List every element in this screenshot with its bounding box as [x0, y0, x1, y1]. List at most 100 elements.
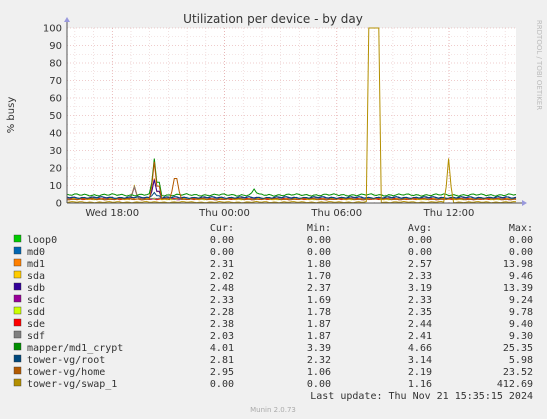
legend-min-value: 3.39 [307, 343, 331, 354]
legend-min-value: 1.69 [307, 295, 331, 306]
legend-avg-value: 2.44 [408, 319, 432, 330]
legend-max-value: 25.35 [503, 343, 533, 354]
legend-cur-value: 2.28 [210, 307, 234, 318]
y-tick-label: 10 [49, 181, 62, 192]
legend-series-name: sde [27, 319, 45, 330]
legend-series-name: sdc [27, 295, 45, 306]
legend-max-value: 9.24 [509, 295, 533, 306]
y-tick-label: 0 [56, 199, 62, 210]
legend-max-value: 13.98 [503, 259, 533, 270]
legend-min-value: 0.00 [307, 379, 331, 390]
y-tick-label: 20 [49, 164, 62, 175]
y-axis-label: % busy [6, 97, 17, 134]
legend-avg-value: 3.14 [408, 355, 432, 366]
legend-avg-value: 2.19 [408, 367, 432, 378]
legend-avg-value: 1.16 [408, 379, 432, 390]
legend-swatch [13, 306, 22, 315]
legend-series-name: tower-vg/root [27, 355, 105, 366]
legend-swatch [13, 294, 22, 303]
legend-min-value: 1.70 [307, 271, 331, 282]
legend-min-value: 2.37 [307, 283, 331, 294]
legend-swatch [13, 282, 22, 291]
legend-max-value: 5.98 [509, 355, 533, 366]
legend-header-max: Max: [509, 223, 533, 234]
last-update: Last update: Thu Nov 21 15:35:15 2024 [310, 391, 533, 402]
legend-cur-value: 2.81 [210, 355, 234, 366]
legend-series-name: tower-vg/home [27, 367, 105, 378]
utilization-chart: Utilization per device - by day % busy R… [0, 0, 547, 419]
legend-cur-value: 4.01 [210, 343, 234, 354]
legend-series-name: mapper/md1_crypt [27, 343, 123, 354]
legend-max-value: 9.78 [509, 307, 533, 318]
legend-avg-value: 2.33 [408, 271, 432, 282]
legend-cur-value: 0.00 [210, 235, 234, 246]
rrdtool-watermark: RRDTOOL / TOBI OETIKER [535, 20, 543, 110]
legend-max-value: 23.52 [503, 367, 533, 378]
legend-header-min: Min: [307, 223, 331, 234]
legend-max-value: 412.69 [497, 379, 533, 390]
y-tick-label: 50 [49, 111, 62, 122]
x-tick-label: Thu 00:00 [198, 208, 250, 219]
legend-series-name: sdd [27, 307, 45, 318]
legend-header-cur: Cur: [210, 223, 234, 234]
legend-avg-value: 0.00 [408, 247, 432, 258]
legend-avg-value: 2.35 [408, 307, 432, 318]
legend-swatch [13, 258, 22, 267]
y-tick-label: 100 [43, 24, 62, 35]
legend-cur-value: 2.33 [210, 295, 234, 306]
legend-max-value: 9.46 [509, 271, 533, 282]
legend-min-value: 1.80 [307, 259, 331, 270]
legend-cur-value: 2.31 [210, 259, 234, 270]
chart-title: Utilization per device - by day [183, 12, 363, 26]
legend-avg-value: 2.33 [408, 295, 432, 306]
x-tick-label: Wed 18:00 [85, 208, 139, 219]
legend-min-value: 0.00 [307, 247, 331, 258]
legend-min-value: 1.87 [307, 319, 331, 330]
y-tick-label: 40 [49, 129, 62, 140]
legend-min-value: 0.00 [307, 235, 331, 246]
legend-avg-value: 2.41 [408, 331, 432, 342]
y-tick-label: 80 [49, 59, 62, 70]
legend-max-value: 0.00 [509, 235, 533, 246]
legend-min-value: 1.87 [307, 331, 331, 342]
y-tick-label: 70 [49, 76, 62, 87]
legend-swatch [13, 270, 22, 279]
legend-max-value: 9.30 [509, 331, 533, 342]
legend-swatch [13, 318, 22, 327]
legend-swatch [13, 366, 22, 375]
legend-min-value: 1.06 [307, 367, 331, 378]
legend-series-name: loop0 [27, 235, 57, 246]
legend-series-name: md0 [27, 247, 45, 258]
legend-avg-value: 2.57 [408, 259, 432, 270]
legend-swatch [13, 246, 22, 255]
legend-series-name: md1 [27, 259, 45, 270]
legend-series-name: sda [27, 271, 45, 282]
legend-cur-value: 2.95 [210, 367, 234, 378]
y-tick-label: 60 [49, 94, 62, 105]
legend-header-avg: Avg: [408, 223, 432, 234]
munin-version: Munin 2.0.73 [250, 406, 296, 414]
legend-avg-value: 3.19 [408, 283, 432, 294]
legend-max-value: 13.39 [503, 283, 533, 294]
legend-cur-value: 0.00 [210, 247, 234, 258]
legend-series-name: tower-vg/swap_1 [27, 379, 117, 390]
legend-swatch [13, 330, 22, 339]
legend-series-name: sdb [27, 283, 45, 294]
legend-min-value: 2.32 [307, 355, 331, 366]
y-tick-label: 30 [49, 146, 62, 157]
y-tick-label: 90 [49, 41, 62, 52]
legend-avg-value: 4.66 [408, 343, 432, 354]
legend-max-value: 9.40 [509, 319, 533, 330]
legend-min-value: 1.78 [307, 307, 331, 318]
legend-cur-value: 0.00 [210, 379, 234, 390]
legend-swatch [13, 342, 22, 351]
legend-cur-value: 2.03 [210, 331, 234, 342]
x-tick-label: Thu 06:00 [310, 208, 362, 219]
legend-swatch [13, 234, 22, 243]
legend-cur-value: 2.48 [210, 283, 234, 294]
x-tick-label: Thu 12:00 [423, 208, 475, 219]
legend-cur-value: 2.38 [210, 319, 234, 330]
legend-swatch [13, 354, 22, 363]
legend-avg-value: 0.00 [408, 235, 432, 246]
legend-series-name: sdf [27, 331, 45, 342]
